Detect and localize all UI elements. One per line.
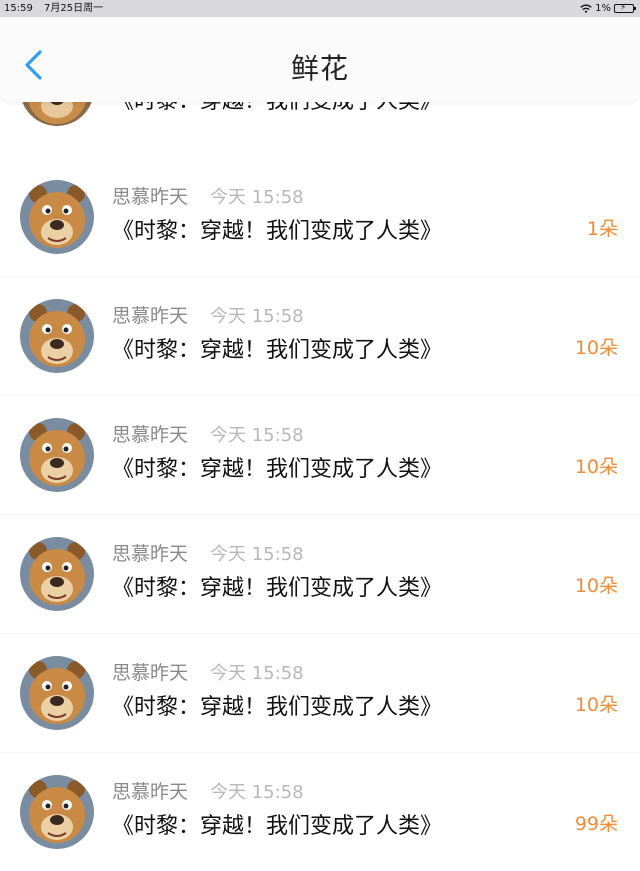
flower-count: 10朵	[574, 337, 618, 359]
status-date: 7月25日周一	[44, 3, 104, 14]
avatar	[20, 656, 94, 730]
timestamp: 今天 15:58	[210, 663, 304, 684]
user-name: 思慕昨天	[112, 186, 189, 208]
status-bar: 15:59 7月25日周一 1% ⚡	[0, 0, 640, 17]
user-name: 思慕昨天	[112, 543, 189, 565]
user-name: 思慕昨天	[112, 781, 189, 803]
flower-count: 10朵	[574, 694, 618, 716]
timestamp: 今天 15:58	[210, 306, 304, 327]
page-title: 鲜花	[290, 52, 349, 85]
timestamp: 今天 15:58	[210, 544, 304, 565]
flower-count: 1朵	[586, 218, 618, 240]
battery-percent: 1%	[595, 3, 611, 14]
book-title: 《时黎：穿越！我们变成了人类》	[112, 576, 443, 601]
user-name: 思慕昨天	[112, 424, 189, 446]
status-time: 15:59	[4, 3, 33, 14]
nav-bar: 鲜花	[0, 17, 640, 102]
avatar	[20, 299, 94, 373]
avatar	[20, 418, 94, 492]
avatar	[20, 180, 94, 254]
list-item[interactable]: 思慕昨天 今天 15:58 《时黎：穿越！我们变成了人类》 99朵	[0, 753, 640, 871]
list-item[interactable]: 思慕昨天 今天 15:58 《时黎：穿越！我们变成了人类》 1朵	[0, 158, 640, 276]
user-name: 思慕昨天	[112, 662, 189, 684]
book-title: 《时黎：穿越！我们变成了人类》	[112, 695, 443, 720]
flower-count: 10朵	[574, 575, 618, 597]
timestamp: 今天 15:58	[210, 782, 304, 803]
book-title: 《时黎：穿越！我们变成了人类》	[112, 219, 443, 244]
user-name: 思慕昨天	[112, 305, 189, 327]
list-item[interactable]: 思慕昨天 今天 15:58 《时黎：穿越！我们变成了人类》 10朵	[0, 277, 640, 395]
list-item[interactable]: 思慕昨天 今天 15:58 《时黎：穿越！我们变成了人类》 10朵	[0, 396, 640, 514]
list-item[interactable]: 思慕昨天 今天 15:58 《时黎：穿越！我们变成了人类》 10朵	[0, 634, 640, 752]
flower-count: 10朵	[574, 456, 618, 478]
list-item[interactable]: 思慕昨天 今天 15:58 《时黎：穿越！我们变成了人类》 10朵	[0, 515, 640, 633]
book-title: 《时黎：穿越！我们变成了人类》	[112, 457, 443, 482]
wifi-icon	[580, 3, 592, 14]
book-title: 《时黎：穿越！我们变成了人类》	[112, 814, 443, 839]
battery-icon: ⚡	[614, 3, 636, 13]
avatar	[20, 537, 94, 611]
flower-count: 99朵	[574, 813, 618, 835]
avatar	[20, 775, 94, 849]
timestamp: 今天 15:58	[210, 187, 304, 208]
book-title: 《时黎：穿越！我们变成了人类》	[112, 338, 443, 363]
timestamp: 今天 15:58	[210, 425, 304, 446]
charging-icon: ⚡	[620, 3, 627, 13]
